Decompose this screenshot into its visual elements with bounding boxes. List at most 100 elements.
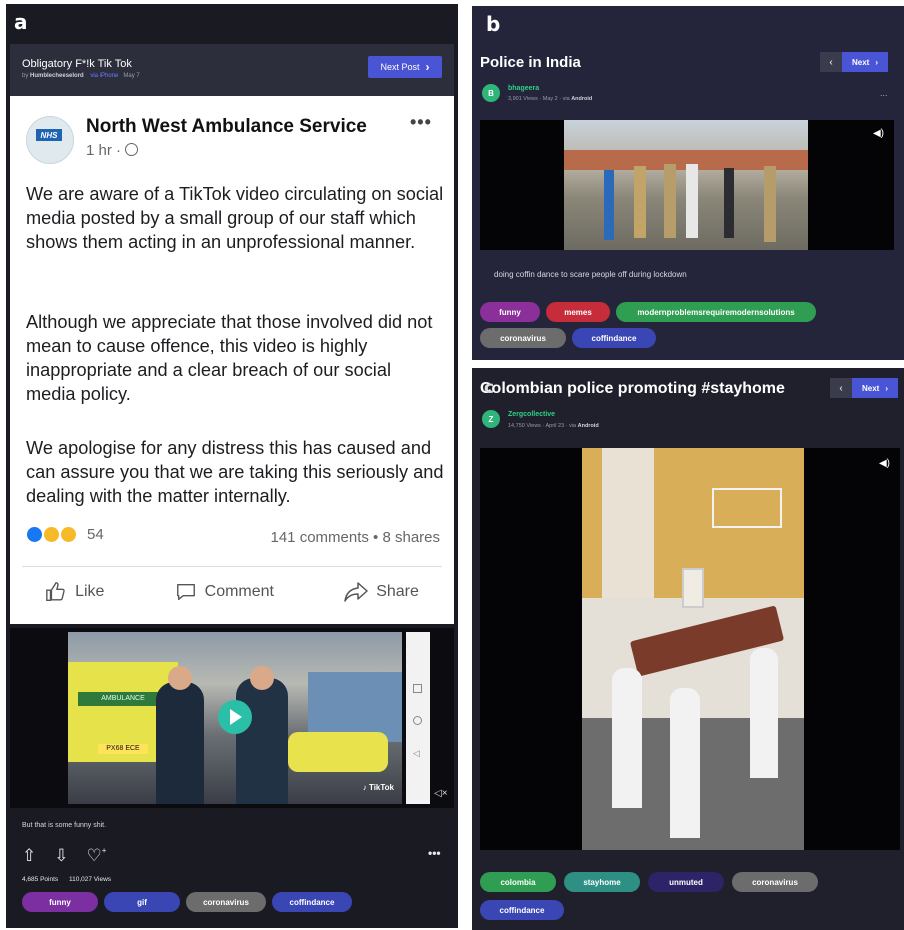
officer [634,166,646,238]
tag-memes[interactable]: memes [546,302,610,322]
wow-reaction-icon [60,526,77,543]
chevron-right-icon: › [885,383,889,393]
author-link[interactable]: Humblecheeselord [30,73,84,79]
tag-gif[interactable]: gif [104,892,180,912]
tag-list-c: colombia stayhome unmuted coronavirus coffin… [480,872,894,920]
balcony-railing [712,488,782,528]
divider [22,566,442,567]
panel-label-a: a [14,10,28,34]
tag-modernproblemsrequiremodernsolutions[interactable]: modernproblemsrequiremodernsolutions [616,302,816,322]
post-byline: by Humblecheeselord via iPhone May 7 [22,73,140,79]
tag-funny[interactable]: funny [480,302,540,322]
next-button-c[interactable]: Next › [852,378,899,398]
chevron-left-icon[interactable]: ‹ [830,378,852,398]
colombia-video-frame [582,448,804,850]
tiktok-watermark-text: TikTok [368,783,394,792]
pallbearer [670,688,700,838]
favorite-heart-icon[interactable]: ♡+ [87,846,107,866]
post-stats: 4,685 Points 110,027 Views [22,876,111,883]
nhs-logo: NHS [36,129,62,141]
speaker-icon[interactable]: ◀) [873,128,884,139]
fb-like-button: Like [45,581,104,603]
reaction-summary: 54 [26,526,104,543]
meta-platform-b: Android [571,96,593,102]
back-nav-icon: ◁ [413,748,420,758]
by-prefix: by [22,73,29,79]
tag-coffindance[interactable]: coffindance [572,328,656,348]
tiktok-watermark: ♪ TikTok [362,783,394,792]
facebook-post-screenshot: NHS North West Ambulance Service 1 hr · … [10,96,454,624]
play-icon [230,709,242,725]
square-nav-icon [413,684,422,693]
pallbearer [750,648,778,778]
tag-coronavirus[interactable]: coronavirus [186,892,266,912]
play-button[interactable] [218,700,252,734]
window-grille [682,568,704,608]
post-meta-b: 3,901 Views · May 2 · via Android [508,96,592,102]
tag-unmuted[interactable]: unmuted [648,872,724,892]
next-post-button[interactable]: Next Post › [368,56,442,78]
video-player-c[interactable]: ◀) [480,448,900,850]
next-post-label: Next Post [380,62,420,72]
next-button-b[interactable]: Next › [842,52,889,72]
globe-icon [125,143,139,156]
like-reaction-icon [26,526,43,543]
tag-stayhome[interactable]: stayhome [564,872,640,892]
tag-colombia[interactable]: colombia [480,872,556,892]
panel-c: Colombian police promoting #stayhome c ‹… [472,368,904,930]
share-arrow-icon [344,582,368,602]
downvote-arrow-icon[interactable]: ⇩ [54,846,68,866]
fb-like-label: Like [75,583,105,600]
tag-coffindance[interactable]: coffindance [272,892,352,912]
tag-coffindance[interactable]: coffindance [480,900,564,920]
meta-text-c: 14,750 Views · April 23 · via [508,423,577,429]
more-options-dots-icon[interactable]: ••• [428,846,441,860]
next-label-c: Next [862,383,880,393]
phone-nav-bar: ◁ [406,632,430,804]
points-count: 4,685 Points [22,876,59,883]
fb-page-name: North West Ambulance Service [86,116,367,137]
panel-label-b: b [486,12,501,36]
reaction-count: 54 [87,526,104,543]
more-options-icon: ••• [410,112,432,132]
fb-comment-label: Comment [204,583,274,600]
paramedic-left [156,682,204,804]
panel-b: b Police in India ‹ Next › B bhageera 3,… [472,6,904,360]
comments-shares-count: 141 comments • 8 shares [270,529,441,546]
user-avatar-b[interactable]: B [482,84,500,102]
license-plate: PX68 ECE [98,744,148,754]
post-meta-c: 14,750 Views · April 23 · via Android [508,423,599,429]
head-left [168,666,192,690]
post-caption: But that is some funny shit. [22,822,107,829]
username-c[interactable]: Zergcollective [508,411,555,418]
username-b[interactable]: bhageera [508,85,539,92]
chevron-left-icon[interactable]: ‹ [820,52,842,72]
video-player-b[interactable]: ◀) [480,120,894,250]
fb-action-bar: Like Comment Share [10,572,454,612]
ambulance-video-frame: AMBULANCE PX68 ECE ♪ TikTok [68,632,402,804]
pallbearer [612,668,642,808]
head-right [250,666,274,690]
fb-time-text: 1 hr [86,142,112,159]
person [724,168,734,238]
more-dots-icon[interactable]: ... [880,88,888,98]
post-title: Obligatory F*!k Tik Tok [22,58,132,70]
post-nav-c: ‹ Next › [830,378,899,398]
chevron-right-icon: › [875,57,879,67]
panel-a: a Obligatory F*!k Tik Tok by Humblechees… [6,4,458,928]
chevron-right-icon: › [425,60,430,74]
caption-b: doing coffin dance to scare people off d… [494,270,687,279]
upvote-arrow-icon[interactable]: ⇧ [22,846,36,866]
thumbs-up-icon [46,582,65,601]
mute-icon[interactable]: ◁× [434,788,448,799]
fb-paragraph-1: We are aware of a TikTok video circulati… [26,184,444,252]
tag-coronavirus[interactable]: coronavirus [480,328,566,348]
tag-coronavirus[interactable]: coronavirus [732,872,818,892]
tag-funny[interactable]: funny [22,892,98,912]
user-avatar-c[interactable]: Z [482,410,500,428]
video-player-a[interactable]: AMBULANCE PX68 ECE ♪ TikTok ◁ ◁× [10,628,454,808]
vote-bar: ⇧ ⇩ ♡+ [22,846,106,866]
speaker-icon[interactable]: ◀) [879,458,890,469]
comment-bubble-icon [176,583,195,601]
meta-text-b: 3,901 Views · May 2 · via [508,96,570,102]
